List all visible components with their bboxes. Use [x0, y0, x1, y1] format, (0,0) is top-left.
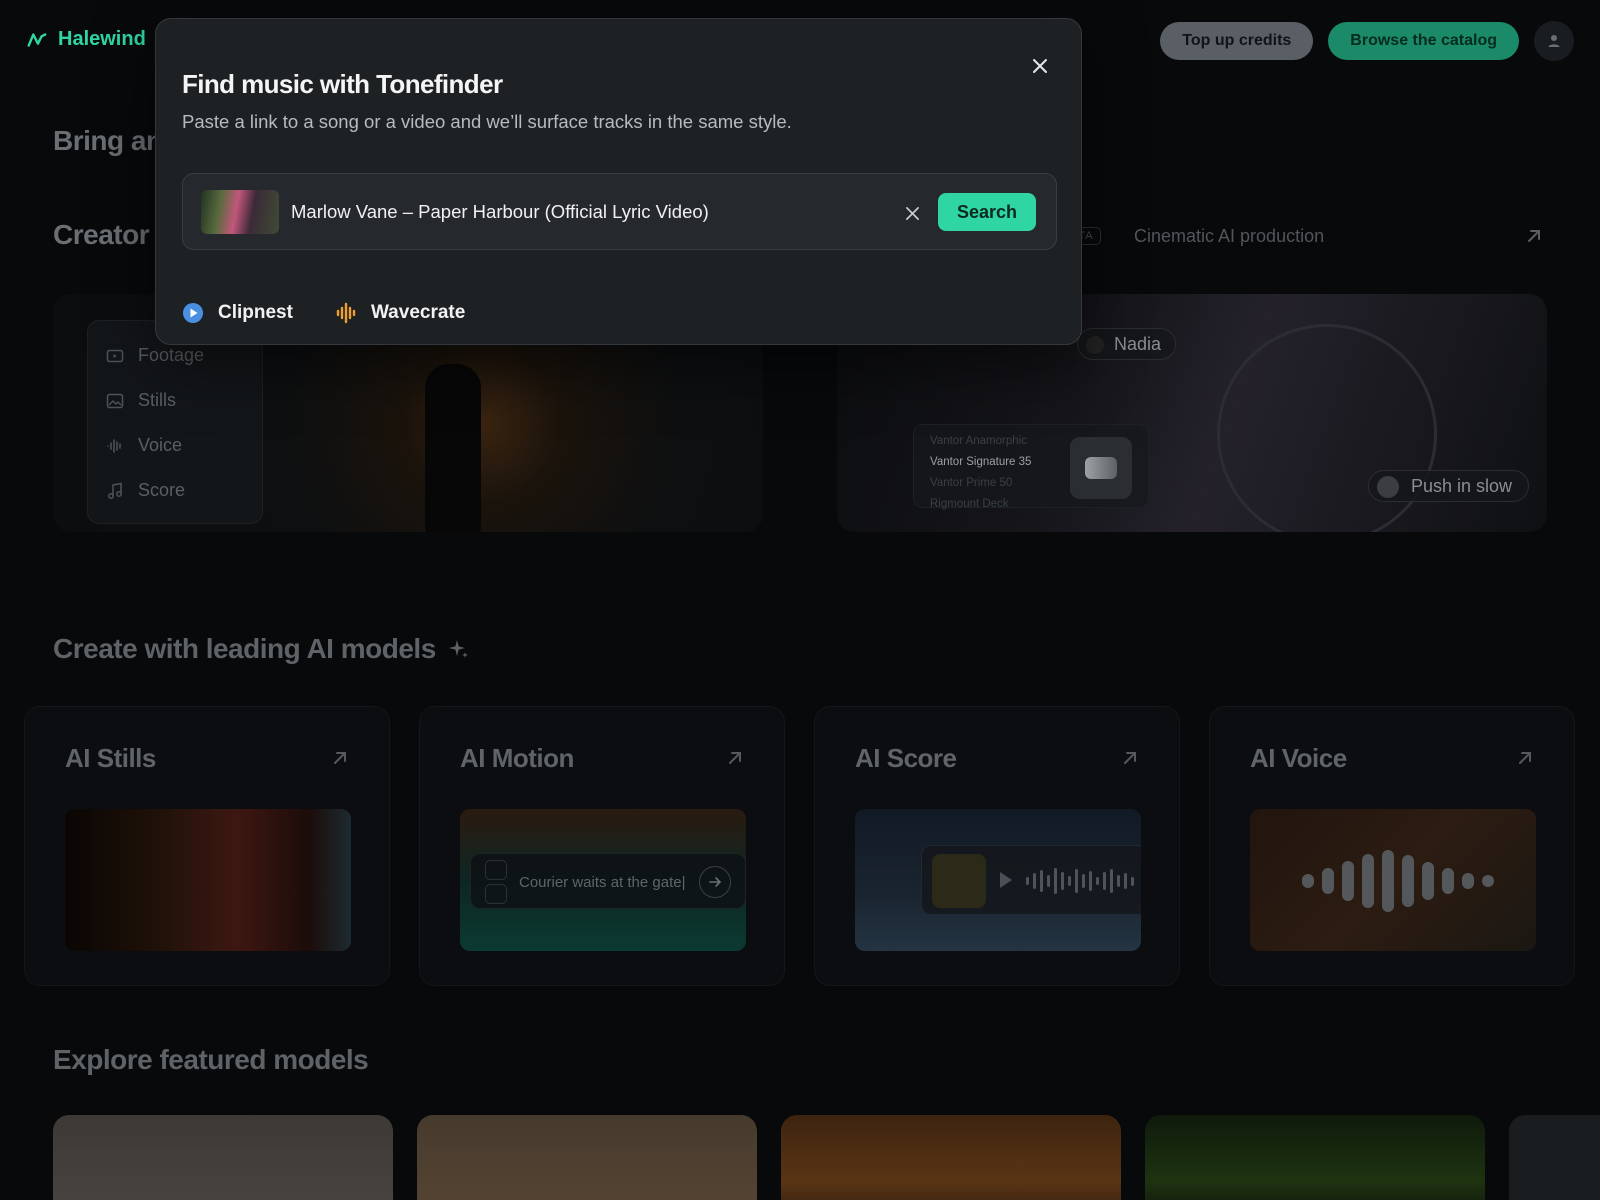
featured-heading: Explore featured models: [53, 1044, 369, 1075]
source-wavecrate[interactable]: Wavecrate: [335, 302, 465, 324]
lens-list: Vantor Anamorphic Vantor Signature 35 Va…: [930, 431, 1031, 515]
waveform-icon: [1026, 866, 1134, 896]
arrow-right-icon: [709, 877, 722, 887]
tonefinder-modal: Find music with Tonefinder Paste a link …: [155, 18, 1082, 345]
models-heading-text: Create with leading AI models: [53, 633, 436, 664]
lens-option[interactable]: Vantor Anamorphic: [930, 431, 1031, 452]
voice-wave-icon: [107, 438, 121, 453]
voice-preview-image: [1250, 809, 1536, 951]
sparkle-icon: [448, 640, 468, 658]
frame-icon: [485, 860, 507, 880]
voice-waveform-icon: [1302, 849, 1494, 913]
creator-heading: Creator: [53, 219, 150, 250]
models-heading: Create with leading AI models: [53, 633, 470, 665]
clear-input-button[interactable]: [899, 200, 925, 226]
video-thumbnail: [201, 190, 279, 234]
card-title: AI Stills: [65, 743, 156, 773]
account-avatar[interactable]: [1534, 21, 1574, 61]
play-icon[interactable]: [1000, 872, 1012, 888]
model-card-motion[interactable]: AI Motion Courier waits at the gate|: [419, 706, 785, 986]
cinematic-link[interactable]: Cinematic AI production: [1134, 226, 1324, 247]
modal-close-button[interactable]: [1027, 53, 1053, 79]
source-clipnest[interactable]: Clipnest: [182, 302, 293, 324]
arrow-up-right-icon: [334, 752, 346, 764]
source-label: Clipnest: [218, 302, 293, 323]
arrow-up-right-icon: [729, 752, 741, 764]
menu-item-score[interactable]: Score: [106, 468, 244, 513]
motion-prompt-box[interactable]: Courier waits at the gate|: [470, 853, 746, 909]
lens-picker[interactable]: Vantor Anamorphic Vantor Signature 35 Va…: [913, 424, 1149, 510]
clear-icon: [905, 206, 919, 220]
card-title: AI Voice: [1250, 743, 1347, 773]
featured-model-card[interactable]: [1509, 1115, 1600, 1200]
featured-model-card[interactable]: [53, 1115, 393, 1200]
menu-item-label: Footage: [138, 345, 205, 365]
link-search-bar: Search: [182, 173, 1057, 250]
featured-models-row: [53, 1115, 1600, 1200]
waveform-icon: [335, 302, 357, 324]
arrow-up-right-icon[interactable]: [1524, 226, 1544, 246]
arrow-up-right-icon: [1124, 752, 1136, 764]
search-button[interactable]: Search: [937, 193, 1036, 231]
browse-catalog-button[interactable]: Browse the catalog: [1328, 22, 1519, 60]
menu-item-label: Stills: [138, 390, 177, 410]
menu-item-stills[interactable]: Stills: [106, 378, 244, 423]
menu-item-voice[interactable]: Voice: [106, 423, 244, 468]
lens-option[interactable]: Vantor Prime 50: [930, 473, 1031, 494]
card-title: AI Score: [855, 743, 957, 773]
play-circle-icon: [182, 302, 204, 324]
halewind-logo-icon: [27, 32, 47, 47]
score-preview-image: [855, 809, 1141, 951]
top-up-credits-button[interactable]: Top up credits: [1160, 22, 1314, 60]
camera-icon: [1070, 437, 1132, 499]
brand-logo[interactable]: Halewind: [26, 28, 146, 51]
featured-model-card[interactable]: [781, 1115, 1121, 1200]
user-icon: [1548, 35, 1560, 47]
header-actions: Top up credits Browse the catalog: [1160, 21, 1574, 61]
model-cards: AI Stills AI Motion Courier waits at the…: [24, 706, 1575, 986]
lens-option-selected[interactable]: Vantor Signature 35: [930, 452, 1031, 473]
media-type-menu: Footage Stills Voice Score: [87, 320, 263, 524]
menu-item-label: Score: [138, 480, 186, 500]
modal-title: Find music with Tonefinder: [182, 69, 503, 99]
card-title: AI Motion: [460, 743, 574, 773]
album-art: [932, 854, 986, 908]
prompt-submit-button[interactable]: [699, 866, 731, 898]
motion-prompt-text: Courier waits at the gate|: [519, 874, 686, 891]
footage-icon: [106, 349, 124, 362]
menu-item-label: Voice: [138, 435, 183, 455]
featured-model-card[interactable]: [1145, 1115, 1485, 1200]
supported-sources: Clipnest Wavecrate: [182, 302, 465, 324]
image-icon: [106, 393, 124, 408]
silhouette-figure: [425, 364, 481, 532]
lens-option[interactable]: Rigmount Deck: [930, 494, 1031, 515]
model-card-stills[interactable]: AI Stills: [24, 706, 390, 986]
link-search-input[interactable]: [291, 196, 881, 228]
music-note-icon: [108, 482, 122, 499]
close-icon: [1033, 59, 1047, 73]
character-chip[interactable]: Nadia: [1077, 328, 1177, 360]
source-label: Wavecrate: [370, 302, 466, 323]
modal-subtitle: Paste a link to a song or a video and we…: [182, 111, 792, 132]
motion-preview-image: Courier waits at the gate|: [460, 809, 746, 951]
stills-preview-image: [65, 809, 351, 951]
camera-move-chip[interactable]: Push in slow: [1367, 470, 1529, 502]
model-card-score[interactable]: AI Score: [814, 706, 1180, 986]
brand-name: Halewind: [58, 28, 146, 50]
arrow-up-right-icon: [1519, 752, 1531, 764]
audio-player[interactable]: [921, 845, 1141, 915]
model-card-voice[interactable]: AI Voice: [1209, 706, 1575, 986]
featured-model-card[interactable]: [417, 1115, 757, 1200]
frame-icon: [485, 884, 507, 904]
